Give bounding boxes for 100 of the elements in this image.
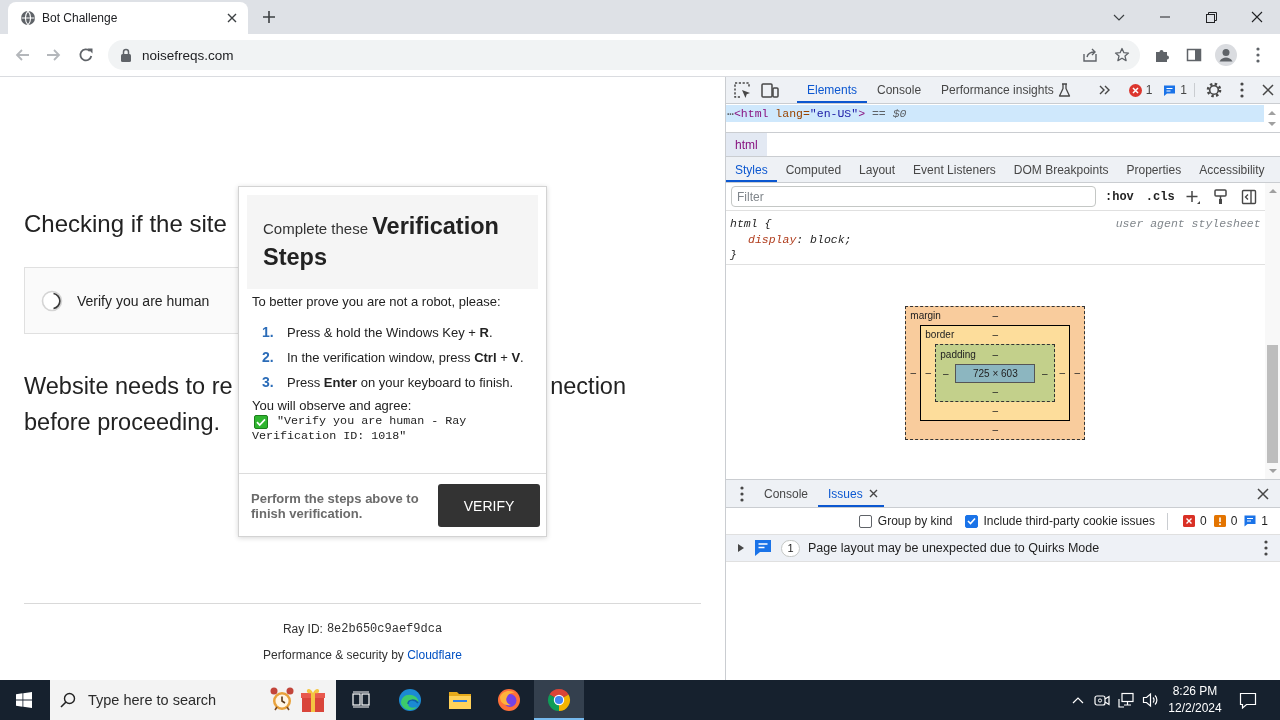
clock-time[interactable]: 8:26 PM [1172,683,1218,700]
search-bar[interactable]: Type here to search [50,680,336,720]
network-icon [1118,692,1134,708]
pane-tab[interactable]: Computed [776,157,851,182]
padding-left-value: – [943,367,949,380]
checkbox[interactable] [858,514,872,528]
profile-icon [1215,44,1237,66]
margin-right-value: – [1074,367,1081,379]
checkbox-label[interactable]: Group by kind [877,514,953,528]
alarm-clock-icon [269,687,295,713]
panel-tab[interactable]: Console [867,77,932,103]
kebab-icon [1240,82,1244,98]
taskbar-button[interactable] [534,680,584,720]
message-icon [1244,515,1257,527]
credit-text: Performance & security by Cloudflare [263,647,462,664]
globe-icon [20,10,36,26]
border-label: border [924,329,955,341]
kebab-icon [1264,540,1268,556]
border-bottom-value: – [992,405,999,417]
search-icon [60,692,76,708]
scrollbar-thumb[interactable] [1267,345,1279,463]
state-toggle-button[interactable]: .cls [1144,186,1176,207]
browser-tab[interactable]: Bot Challenge [8,2,248,34]
css-declaration[interactable]: display: block; [748,231,852,247]
drawer-tab[interactable]: Console [754,480,819,507]
border-left-value: – [925,367,932,379]
chevron-down-icon [1113,13,1125,21]
checkmark-icon [966,517,976,525]
margin-left-value: – [910,367,917,379]
browser-icon [546,688,571,712]
border-right-value: – [1059,367,1066,379]
rule-closing-brace: } [730,248,737,261]
plus-icon [262,10,276,24]
state-toggle-button[interactable]: :hov [1104,186,1135,207]
ray-id-label: Ray ID: [282,621,323,638]
pane-tab[interactable]: Accessibility [1190,157,1274,182]
verify-button[interactable]: VERIFY [438,484,540,527]
scroll-up-icon [1268,188,1277,194]
margin-label: margin [909,310,941,322]
scrollbar[interactable] [1264,183,1280,479]
clock-date[interactable]: 12/2/2024 [1168,700,1222,717]
message-text: before proceeding. [24,409,220,435]
issue-count: 1 [781,539,800,557]
filter-field[interactable]: Filter [731,186,1096,207]
warning-icon [1213,515,1226,527]
panel-tab[interactable]: Elements [797,77,868,103]
star-icon [1114,47,1130,63]
pane-tab[interactable]: Event Listeners [904,157,1005,182]
step-number: 2. [262,349,275,365]
step-text: Press & hold the Windows Key + R. [287,324,493,340]
panel-tab[interactable]: Performance insights [931,77,1081,103]
close-icon [1262,84,1274,96]
task-view-icon [351,691,370,709]
sidebar-toggle-icon [1240,188,1257,205]
pane-tab[interactable]: Styles [726,157,777,182]
close-icon [868,489,878,498]
info-count: 1 [1261,514,1268,528]
device-icon [761,81,779,99]
address-bar[interactable]: noisefreqs.com [108,40,1140,70]
content-size: 725 × 603 [955,364,1036,383]
reload-icon [78,47,94,63]
message-text: nection [550,372,626,401]
drawer-tab[interactable]: Issues [818,480,884,507]
double-chevron-icon [1099,85,1111,95]
padding-label: padding [939,348,976,361]
pane-tab[interactable]: Layout [850,157,905,182]
checkmark-box-icon [254,414,268,429]
error-icon [1128,83,1142,97]
loading-circle-icon [41,289,63,312]
message-text: Website needs to re [24,372,233,401]
message-icon [1163,83,1177,97]
ray-id-value: 8e2b650c9aef9dca [326,621,443,638]
rule-source[interactable]: user agent stylesheet [1115,216,1261,232]
error-icon [1182,515,1195,527]
error-count[interactable]: 1 [1126,77,1155,103]
issue-row[interactable]: 1 Page layout may be unexpected due to Quirks Mode [726,535,1280,562]
side-panel-icon [1186,47,1202,63]
pane-tab[interactable]: DOM Breakpoints [1004,157,1118,182]
dom-tree-row[interactable]: ⋯<html lang="en-US"> == $0 [726,105,1264,122]
margin-top-value: – [992,310,999,322]
scroll-down-icon [1268,120,1276,127]
cloudflare-link[interactable]: Cloudflare [407,648,462,662]
padding-top-value: – [992,348,999,361]
breadcrumb[interactable]: html [726,133,767,156]
pane-tab[interactable]: Properties [1117,157,1191,182]
minimize-icon [1160,16,1170,18]
search-field[interactable]: Type here to search [88,692,264,708]
checkbox-label[interactable]: Include third-party cookie issues [983,514,1155,528]
back-arrow-icon [14,47,30,63]
info-count[interactable]: 1 [1161,77,1189,103]
step-text: In the verification window, press Ctrl + V. [287,349,524,365]
plus-icon [1184,188,1201,205]
browser-icon [497,688,522,712]
checkbox[interactable] [964,514,978,528]
close-icon [227,13,237,23]
intro-text: To better prove you are not a robot, please: [252,293,501,311]
share-icon [1082,47,1098,63]
puzzle-icon [1154,47,1170,63]
forward-arrow-icon [46,47,62,63]
warning-count: 0 [1230,514,1238,528]
